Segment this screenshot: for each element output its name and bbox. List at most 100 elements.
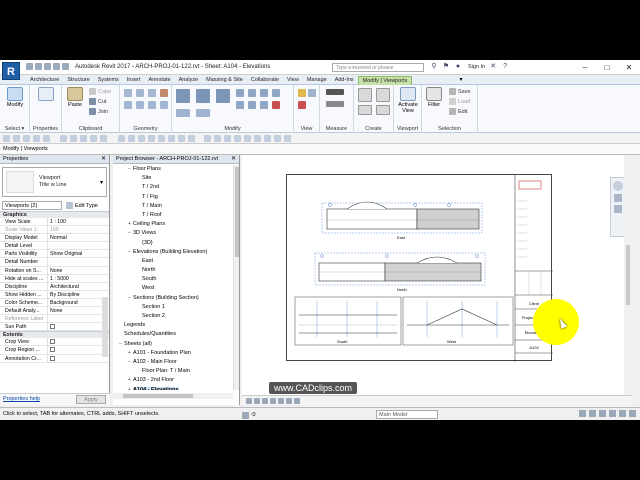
ribbon-minimize-icon[interactable]: ▾ xyxy=(456,76,466,84)
paint-icon[interactable] xyxy=(136,101,144,109)
property-checkbox[interactable] xyxy=(48,346,109,353)
chevron-down-icon[interactable]: ▾ xyxy=(100,179,103,186)
apply-button[interactable]: Apply xyxy=(76,395,106,404)
collapse-icon[interactable]: − xyxy=(126,358,133,367)
tree-node-label[interactable]: Sections (Building Section) xyxy=(133,295,199,301)
tree-node[interactable]: + A103 - 2nd Floor xyxy=(113,376,233,385)
tree-node[interactable]: + Ceiling Plans xyxy=(113,220,233,229)
paste-button[interactable]: Paste xyxy=(64,87,86,121)
collapse-icon[interactable]: − xyxy=(126,248,133,257)
tab-view[interactable]: View xyxy=(283,76,303,85)
tree-node-label[interactable]: T / Main xyxy=(142,203,162,209)
west-elevation-view[interactable]: West xyxy=(402,296,514,346)
instance-filter-select[interactable]: Viewports (2) xyxy=(2,201,62,210)
tree-node[interactable]: Legends xyxy=(113,321,233,330)
tab-manage[interactable]: Manage xyxy=(303,76,331,85)
create-assembly-icon[interactable] xyxy=(358,88,372,102)
tree-node[interactable]: North xyxy=(113,266,233,275)
tree-node[interactable]: Site xyxy=(113,174,233,183)
north-elevation-view[interactable]: North xyxy=(314,252,486,292)
property-value[interactable]: None xyxy=(48,267,109,274)
tree-node[interactable]: {3D} xyxy=(113,239,233,248)
tab-annotate[interactable]: Annotate xyxy=(145,76,175,85)
tool-icon-21[interactable] xyxy=(224,135,231,142)
save-selection-button[interactable]: Save xyxy=(449,88,471,95)
tab-collaborate[interactable]: Collaborate xyxy=(247,76,283,85)
tool-icon-15[interactable] xyxy=(158,135,165,142)
tool-icon-16[interactable] xyxy=(168,135,175,142)
open-icon[interactable] xyxy=(26,63,33,70)
tree-node-label[interactable]: Floor Plan: T / Main xyxy=(142,368,190,374)
tree-node-label[interactable]: South xyxy=(142,276,156,282)
move-icon[interactable] xyxy=(236,89,244,97)
tool-icon-20[interactable] xyxy=(214,135,221,142)
expand-icon[interactable]: + xyxy=(126,220,133,229)
property-value[interactable]: None xyxy=(48,307,109,314)
scale-icon[interactable] xyxy=(260,101,268,109)
sign-in-button[interactable]: Sign In xyxy=(468,64,485,70)
tree-node-label[interactable]: Sheets (all) xyxy=(124,341,152,347)
type-selector[interactable]: Viewport Title w Line ▾ xyxy=(2,167,107,197)
crop-view-icon[interactable] xyxy=(278,398,284,404)
exchange-icon[interactable]: ✕ xyxy=(489,63,497,71)
save-icon[interactable] xyxy=(35,63,42,70)
tree-node[interactable]: Floor Plan: T / Main xyxy=(113,367,233,376)
tree-node[interactable]: East xyxy=(113,257,233,266)
checkbox[interactable] xyxy=(50,347,55,353)
drawing-scrollbar[interactable] xyxy=(624,155,632,405)
properties-scrollbar[interactable] xyxy=(102,297,108,357)
tree-node[interactable]: + A101 - Foundation Plan xyxy=(113,349,233,358)
create-similar-icon[interactable] xyxy=(376,105,390,115)
minimize-button[interactable]: – xyxy=(574,60,596,75)
tool-icon-25[interactable] xyxy=(264,135,271,142)
tool-icon-26[interactable] xyxy=(274,135,281,142)
property-value[interactable]: Architectural xyxy=(48,283,109,290)
browser-scrollbar[interactable] xyxy=(233,165,239,390)
browser-hscrollbar[interactable] xyxy=(113,393,233,399)
tool-icon-7[interactable] xyxy=(70,135,77,142)
tree-node-label[interactable]: Section 2 xyxy=(142,313,165,319)
tree-node-label[interactable]: Floor Plans xyxy=(133,166,161,172)
expand-icon[interactable]: + xyxy=(126,349,133,358)
close-button[interactable]: ✕ xyxy=(618,60,640,75)
zoom-icon[interactable] xyxy=(614,194,622,202)
tab-systems[interactable]: Systems xyxy=(94,76,123,85)
tree-node[interactable]: T / Roof xyxy=(113,211,233,220)
modify-button[interactable]: Modify xyxy=(4,87,26,121)
cut-geometry-icon[interactable] xyxy=(136,89,144,97)
expand-icon[interactable]: + xyxy=(126,376,133,385)
tool-icon-2[interactable] xyxy=(13,135,20,142)
wall-joins-icon[interactable] xyxy=(160,89,168,97)
tool-icon-23[interactable] xyxy=(244,135,251,142)
tool-icon-27[interactable] xyxy=(284,135,291,142)
align-icon[interactable] xyxy=(176,89,190,103)
tab-massing-site[interactable]: Massing & Site xyxy=(202,76,247,85)
tree-node[interactable]: − Sections (Building Section) xyxy=(113,294,233,303)
temporary-hide-icon[interactable] xyxy=(294,398,300,404)
show-crop-icon[interactable] xyxy=(286,398,292,404)
tree-node[interactable]: Section 2 xyxy=(113,312,233,321)
close-icon[interactable]: ✕ xyxy=(231,155,236,163)
split-icon[interactable] xyxy=(236,101,244,109)
tree-node[interactable]: South xyxy=(113,275,233,284)
tree-node-label[interactable]: T / Roof xyxy=(142,212,161,218)
select-pinned-icon[interactable] xyxy=(599,410,606,417)
collapse-icon[interactable]: − xyxy=(126,165,133,174)
property-value[interactable]: Show Original xyxy=(48,250,109,257)
load-selection-button[interactable]: Load xyxy=(449,98,470,105)
sheet-a104[interactable]: Client Project Name Elevations A104 East xyxy=(286,174,553,362)
tree-node-label[interactable]: North xyxy=(142,267,155,273)
property-value[interactable]: By Discipline xyxy=(48,291,109,298)
tool-icon-11[interactable] xyxy=(118,135,125,142)
edit-selection-button[interactable]: Edit xyxy=(449,108,467,115)
tool-icon-3[interactable] xyxy=(23,135,30,142)
checkbox[interactable] xyxy=(50,339,55,345)
worksets-icon[interactable] xyxy=(242,411,249,419)
property-value[interactable] xyxy=(48,242,109,249)
properties-help-link[interactable]: Properties help xyxy=(3,396,40,402)
sun-path-icon[interactable] xyxy=(262,398,268,404)
search-input[interactable]: Type a keyword or phrase xyxy=(332,63,424,72)
drawing-area[interactable]: Client Project Name Elevations A104 East xyxy=(242,155,632,405)
tool-icon-9[interactable] xyxy=(90,135,97,142)
help-icon[interactable]: ? xyxy=(501,63,509,71)
